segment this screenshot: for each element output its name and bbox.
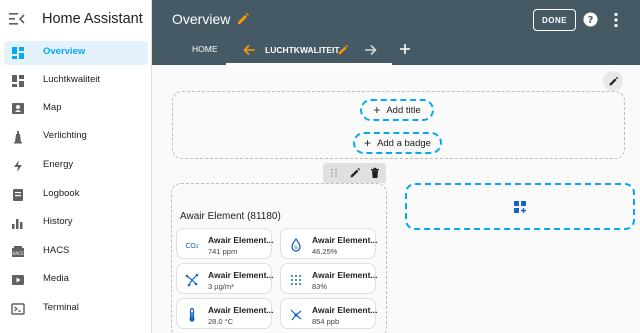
sidebar-item-label: Verlichting	[43, 130, 87, 141]
tile-value: 854 ppb	[312, 317, 340, 326]
plus-icon: +	[373, 103, 381, 117]
tile-name: Awair Element...	[312, 270, 378, 280]
sidebar: Home Assistant Overview Luchtkwaliteit M…	[0, 0, 152, 333]
media-play-icon	[12, 275, 24, 285]
more-vertical-icon[interactable]	[613, 12, 619, 28]
menu-collapse-icon[interactable]	[9, 12, 25, 26]
add-card-button[interactable]	[405, 183, 635, 230]
sensor-tile[interactable]: % Awair Element... 46.25%	[280, 228, 378, 259]
sidebar-item-history[interactable]: History	[4, 211, 148, 235]
add-card-icon	[514, 200, 526, 213]
hacs-icon: HACS	[12, 246, 24, 257]
delete-icon[interactable]	[369, 167, 381, 179]
sidebar-item-overview[interactable]: Overview	[4, 41, 148, 65]
sensor-tile[interactable]: Awair Element... 83%	[280, 263, 378, 294]
card-toolbar	[323, 163, 386, 183]
thermometer-icon	[189, 307, 195, 322]
tile-value: 28.0 °C	[208, 317, 234, 326]
map-pin-icon	[12, 103, 24, 114]
tile-value: 3 µg/m³	[208, 282, 234, 291]
tile-name: Awair Element...	[208, 235, 274, 245]
edit-pencil-icon[interactable]	[236, 12, 250, 26]
tab-luchtkwaliteit[interactable]: LUCHTKWALITEIT	[226, 36, 392, 65]
add-title-label: Add title	[386, 104, 421, 116]
lightning-icon	[14, 160, 22, 172]
dots-grid-icon	[291, 275, 301, 285]
arrow-left-icon[interactable]	[243, 44, 256, 56]
sidebar-item-energy[interactable]: Energy	[4, 154, 148, 178]
tile-name: Awair Element...	[312, 305, 378, 315]
tile-name: Awair Element...	[208, 305, 274, 315]
add-badge-label: Add a badge	[377, 137, 431, 149]
sidebar-header: Home Assistant	[0, 0, 152, 38]
sidebar-item-luchtkwaliteit[interactable]: Luchtkwaliteit	[4, 69, 148, 93]
svg-text:?: ?	[588, 15, 594, 26]
app-title: Home Assistant	[42, 11, 143, 27]
tile-value: 46.25%	[312, 247, 338, 256]
sidebar-item-label: Overview	[43, 46, 86, 57]
dashboard-icon	[12, 75, 24, 87]
sidebar-item-hacs[interactable]: HACS HACS	[4, 240, 148, 264]
header-section: + Add title + Add a badge	[172, 91, 625, 159]
page-title: Overview	[172, 11, 231, 27]
sensor-tile[interactable]: CO₂ Awair Element... 741 ppm	[176, 228, 274, 259]
water-drop-icon: %	[291, 237, 301, 252]
sidebar-item-label: Logbook	[43, 188, 80, 199]
arrow-right-icon[interactable]	[364, 44, 377, 56]
sidebar-item-label: Map	[43, 102, 62, 113]
sidebar-item-logbook[interactable]: Logbook	[4, 183, 148, 207]
co2-icon: CO₂	[185, 242, 198, 250]
sidebar-item-label: HACS	[43, 245, 70, 256]
add-view-icon[interactable]	[399, 43, 411, 55]
plus-icon: +	[364, 136, 372, 150]
sensor-tile[interactable]: Awair Element... 3 µg/m³	[176, 263, 274, 294]
edit-pencil-icon[interactable]	[337, 44, 349, 56]
add-title-button[interactable]: + Add title	[360, 99, 434, 121]
tab-label: LUCHTKWALITEIT	[265, 45, 340, 55]
tile-value: 741 ppm	[208, 247, 238, 256]
history-chart-icon	[12, 219, 23, 229]
sensor-tile[interactable]: Awair Element... 28.0 °C	[176, 298, 274, 329]
tile-name: Awair Element...	[208, 270, 274, 280]
svg-text:%: %	[294, 245, 299, 251]
terminal-icon	[11, 303, 25, 315]
sensor-tile[interactable]: Awair Element... 854 ppb	[280, 298, 378, 329]
svg-text:HACS: HACS	[12, 251, 23, 256]
sidebar-item-media[interactable]: Media	[4, 268, 148, 292]
sidebar-item-verlichting[interactable]: Verlichting	[4, 125, 148, 149]
tile-name: Awair Element...	[312, 235, 378, 245]
sidebar-item-label: Energy	[43, 159, 74, 170]
tile-value: 83%	[312, 282, 328, 291]
sidebar-item-terminal[interactable]: Terminal	[4, 297, 148, 321]
sidebar-item-label: History	[43, 216, 73, 227]
sidebar-item-label: Luchtkwaliteit	[43, 74, 101, 85]
edit-section-button[interactable]	[603, 71, 623, 91]
sidebar-item-label: Media	[43, 273, 69, 284]
entities-card[interactable]: Awair Element (81180) CO₂ Awair Element.…	[171, 183, 387, 333]
svg-text:CO₂: CO₂	[185, 242, 198, 250]
help-icon[interactable]: ?	[583, 12, 598, 27]
done-button[interactable]: DONE	[533, 9, 576, 31]
dashboard-canvas: + Add title + Add a badge Awair Element …	[152, 65, 640, 333]
particles-icon	[185, 273, 199, 287]
dashboard-icon	[12, 47, 24, 59]
top-app-bar: Overview DONE ? HOME LUCHTKWALITEIT	[152, 0, 640, 65]
drag-handle-icon[interactable]	[328, 167, 340, 179]
card-title: Awair Element (81180)	[180, 211, 281, 222]
edit-pencil-icon[interactable]	[349, 167, 361, 179]
sidebar-item-map[interactable]: Map	[4, 97, 148, 121]
lighthouse-icon	[14, 131, 22, 144]
logbook-icon	[13, 189, 23, 201]
sidebar-item-label: Terminal	[43, 302, 79, 313]
chemical-icon	[290, 309, 302, 321]
tab-home[interactable]: HOME	[192, 44, 218, 54]
edit-pencil-icon	[609, 76, 618, 85]
add-badge-button[interactable]: + Add a badge	[353, 132, 442, 154]
